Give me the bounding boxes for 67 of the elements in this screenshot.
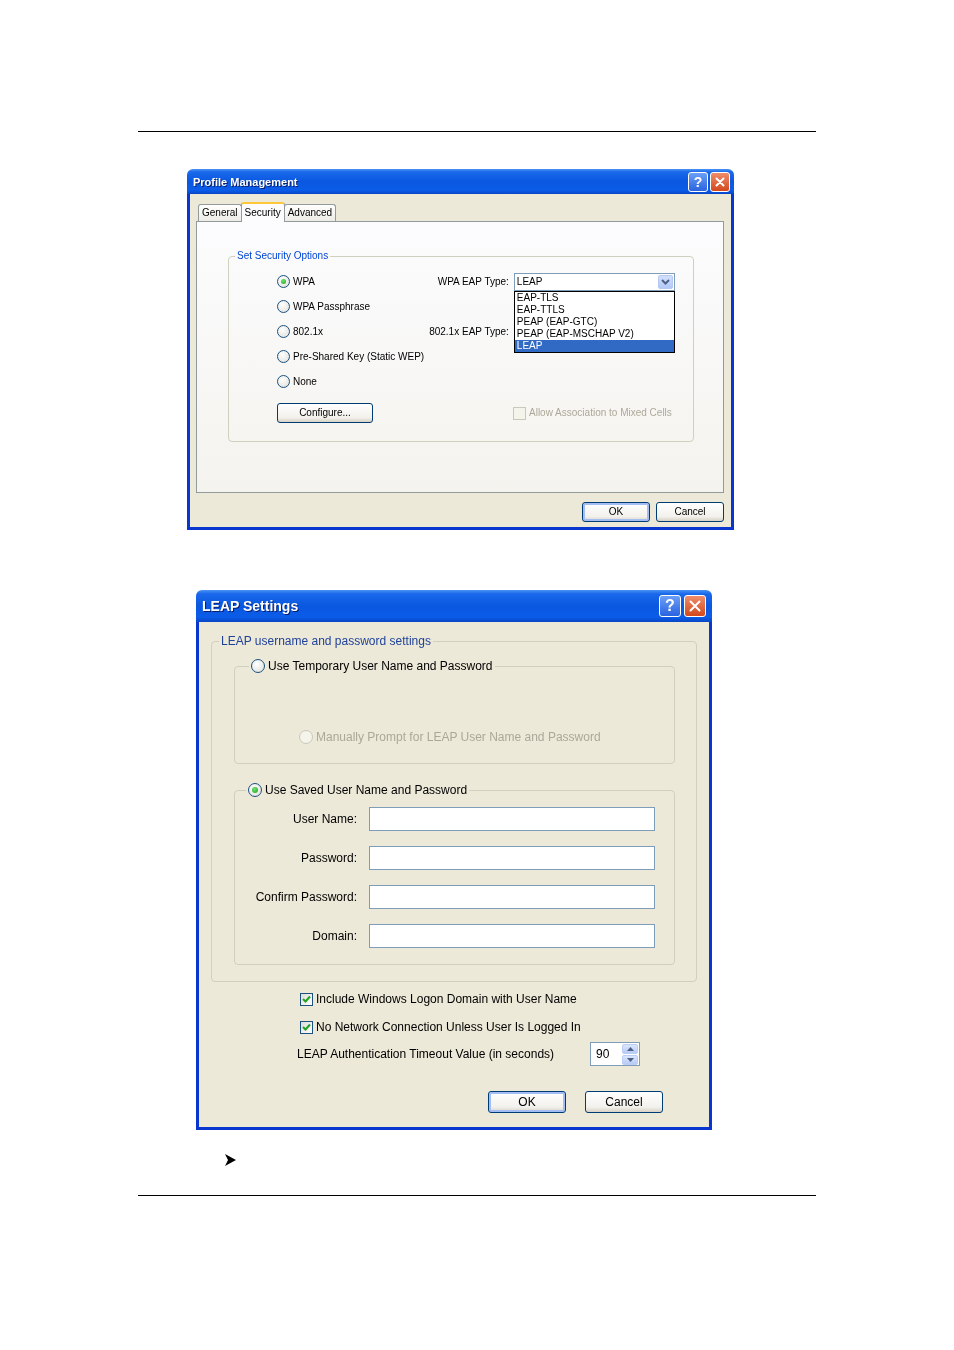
tab[interactable]: Security — [240, 202, 285, 222]
dialog-title: Profile Management — [193, 175, 299, 188]
radio-button[interactable] — [277, 350, 290, 363]
timeout-label: LEAP Authentication Timeout Value (in seconds) — [297, 1046, 555, 1062]
spin-value: 90 — [595, 1046, 611, 1062]
field-label: Password: — [300, 850, 357, 866]
combo-box[interactable]: LEAP — [513, 272, 675, 291]
group-title: LEAP username and password settings — [220, 634, 432, 648]
eap-type-label: 802.1x EAP Type: — [429, 325, 509, 338]
caret-down-icon — [626, 1057, 634, 1062]
checkbox-label: Allow Association to Mixed Cells — [529, 407, 672, 419]
group-title: Set Security Options — [236, 250, 330, 262]
dropdown-option[interactable]: PEAP (EAP-GTC) — [514, 315, 674, 328]
radio-dot-icon — [281, 279, 286, 284]
radio-button[interactable] — [251, 659, 265, 673]
dropdown-option[interactable]: EAP-TLS — [514, 291, 674, 304]
dropdown-option[interactable]: EAP-TTLS — [514, 303, 674, 316]
dialog-button[interactable]: Cancel — [585, 1091, 663, 1113]
dropdown-button[interactable] — [657, 274, 673, 289]
close-icon — [689, 600, 701, 612]
spin-up-button[interactable] — [622, 1043, 638, 1054]
field-label: Domain: — [312, 928, 357, 944]
field-label: Confirm Password: — [255, 889, 357, 905]
radio-label: WPA Passphrase — [293, 300, 371, 313]
radio-label: Manually Prompt for LEAP User Name and Password — [316, 729, 601, 745]
text-field[interactable] — [369, 807, 655, 831]
tab[interactable]: General — [198, 204, 242, 221]
checkmark-icon — [302, 1023, 311, 1031]
text-field[interactable] — [369, 885, 655, 909]
checkbox-label: Include Windows Logon Domain with User Name — [316, 991, 577, 1007]
dialog-button[interactable]: OK — [488, 1091, 566, 1113]
radio-label: Pre-Shared Key (Static WEP) — [293, 350, 425, 363]
radio-button[interactable] — [277, 325, 290, 338]
configure-button[interactable]: Configure... — [277, 403, 373, 423]
dialog-button[interactable]: OK — [582, 502, 650, 522]
close-button[interactable] — [710, 171, 730, 192]
radio-dot-icon — [252, 787, 258, 793]
checkmark-icon — [302, 995, 311, 1003]
close-icon — [715, 176, 725, 187]
text-field[interactable] — [369, 924, 655, 948]
dialog-title: LEAP Settings — [202, 598, 300, 614]
text-field[interactable] — [369, 846, 655, 870]
caret-up-icon — [626, 1046, 634, 1051]
arrowhead-icon — [225, 1154, 236, 1166]
checkbox[interactable] — [300, 992, 313, 1006]
radio-button[interactable] — [277, 275, 290, 288]
radio-button[interactable] — [277, 300, 290, 313]
chevron-down-icon — [660, 278, 670, 285]
eap-type-label: WPA EAP Type: — [437, 275, 509, 288]
dropdown-option[interactable]: LEAP — [514, 339, 674, 352]
radio-label: Use Saved User Name and Password — [265, 782, 468, 798]
radio-label: None — [293, 375, 317, 388]
field-label: User Name: — [293, 811, 357, 827]
radio-label: 802.1x — [293, 325, 324, 338]
spin-box[interactable]: 90 — [590, 1042, 640, 1066]
dialog-button[interactable]: Cancel — [656, 502, 724, 522]
close-button[interactable] — [684, 595, 706, 617]
checkbox-label: No Network Connection Unless User Is Logged In — [316, 1019, 581, 1035]
radio-label: WPA — [293, 275, 316, 288]
dropdown-value: LEAP — [516, 275, 544, 288]
spin-down-button[interactable] — [622, 1054, 638, 1065]
tab[interactable]: Advanced — [283, 204, 337, 221]
radio-button[interactable] — [248, 783, 262, 797]
radio-label: Use Temporary User Name and Password — [268, 658, 493, 674]
dropdown-option[interactable]: PEAP (EAP-MSCHAP V2) — [514, 327, 674, 340]
checkbox[interactable] — [300, 1020, 313, 1034]
radio-button[interactable] — [277, 375, 290, 388]
